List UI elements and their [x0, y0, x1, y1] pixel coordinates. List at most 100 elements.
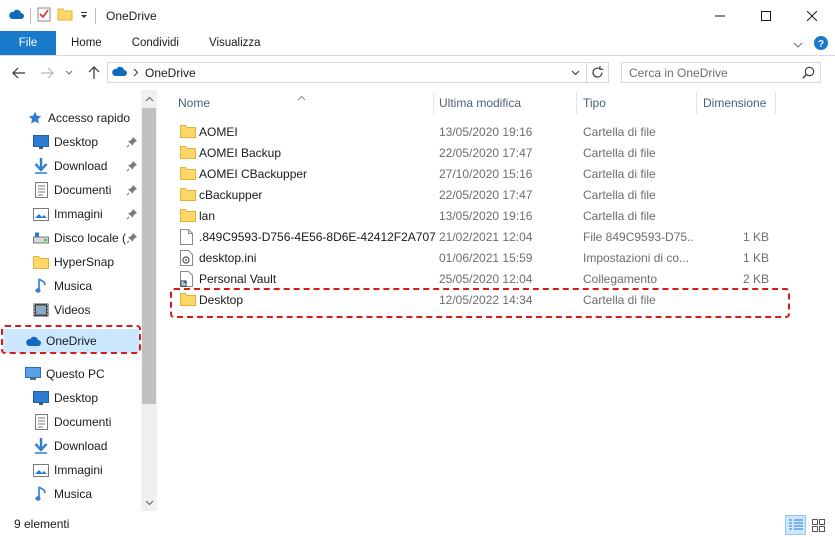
nav-item-music[interactable]: Musica [33, 274, 92, 298]
nav-item-download[interactable]: Download [33, 154, 141, 178]
maximize-button[interactable] [743, 0, 789, 31]
back-button[interactable] [8, 62, 30, 84]
onedrive-cloud-icon [111, 66, 127, 80]
pin-icon[interactable] [126, 232, 138, 247]
file-row[interactable]: .849C9593-D756-4E56-8D6E-42412F2A707B 21… [160, 226, 835, 247]
customize-dropdown-icon[interactable] [79, 9, 89, 23]
music-icon [33, 278, 49, 294]
nav-item-desktop[interactable]: Desktop [33, 130, 141, 154]
folder-icon [180, 145, 196, 162]
large-icons-view-button[interactable] [808, 515, 829, 535]
nav-item-pc-desktop[interactable]: Desktop [33, 386, 98, 410]
breadcrumb-onedrive[interactable]: OneDrive [145, 66, 196, 80]
nav-item-label: Accesso rapido [48, 111, 131, 125]
column-divider[interactable] [576, 92, 577, 114]
pin-icon[interactable] [126, 160, 138, 175]
address-row: OneDrive [0, 57, 835, 89]
scroll-up-button[interactable] [141, 90, 157, 107]
tab-share[interactable]: Condividi [117, 31, 194, 55]
file-row[interactable]: AOMEI 13/05/2020 19:16 Cartella di file [160, 121, 835, 142]
nav-item-quick-access[interactable]: Accesso rapido [27, 106, 130, 130]
file-name: AOMEI [199, 124, 238, 139]
nav-item-hypersnap[interactable]: HyperSnap [33, 250, 114, 274]
highlight-onedrive-nav [1, 325, 141, 354]
quick-access-toolbar [0, 0, 96, 31]
column-header-name[interactable]: Nome [178, 90, 433, 115]
navigation-pane: Accesso rapido Desktop Download Document… [0, 90, 157, 511]
nav-item-this-pc[interactable]: Questo PC [25, 362, 105, 386]
window-controls [697, 0, 835, 31]
tab-view[interactable]: Visualizza [194, 31, 276, 55]
forward-button[interactable] [36, 62, 58, 84]
help-icon[interactable]: ? [813, 35, 829, 54]
folder-icon [180, 166, 196, 183]
file-type: Cartella di file [583, 208, 656, 223]
title-bar: OneDrive [0, 0, 835, 31]
nav-item-label: Musica [54, 279, 93, 293]
nav-item-documents[interactable]: Documenti [33, 178, 141, 202]
search-input[interactable] [629, 65, 799, 80]
nav-item-pc-documents[interactable]: Documenti [33, 410, 111, 434]
file-row[interactable]: lan 13/05/2020 19:16 Cartella di file [160, 205, 835, 226]
search-icon[interactable] [802, 66, 815, 82]
refresh-button[interactable] [587, 62, 609, 83]
scrollbar-thumb[interactable] [142, 108, 156, 404]
properties-checkbox-icon[interactable] [37, 6, 51, 25]
new-folder-icon[interactable] [57, 6, 73, 25]
tab-home[interactable]: Home [56, 31, 117, 55]
scroll-down-button[interactable] [141, 494, 157, 511]
pin-icon[interactable] [126, 208, 138, 223]
nav-item-pictures[interactable]: Immagini [33, 202, 141, 226]
nav-scrollbar[interactable] [141, 90, 157, 511]
column-divider[interactable] [775, 92, 776, 114]
pin-icon[interactable] [126, 184, 138, 199]
nav-item-label: HyperSnap [54, 255, 115, 269]
file-size: 2 KB [742, 271, 769, 286]
details-view-button[interactable] [785, 515, 806, 535]
nav-item-videos[interactable]: Videos [33, 298, 90, 322]
folder-icon [180, 208, 196, 225]
file-modified: 21/02/2021 12:04 [439, 229, 533, 244]
recent-locations-button[interactable] [61, 62, 77, 84]
file-row[interactable]: AOMEI CBackupper 27/10/2020 15:16 Cartel… [160, 163, 835, 184]
column-divider[interactable] [696, 92, 697, 114]
file-modified: 25/05/2020 12:04 [439, 271, 533, 286]
file-row[interactable]: desktop.ini 01/06/2021 15:59 Impostazion… [160, 247, 835, 268]
minimize-button[interactable] [697, 0, 743, 31]
up-button[interactable] [83, 62, 105, 84]
nav-item-label: Disco locale ( [54, 231, 127, 245]
nav-item-pc-pictures[interactable]: Immagini [33, 458, 103, 482]
address-bar[interactable]: OneDrive [107, 62, 587, 83]
close-button[interactable] [789, 0, 835, 31]
column-header-modified[interactable]: Ultima modifica [439, 90, 579, 115]
expand-ribbon-icon[interactable] [793, 38, 803, 52]
column-header-size[interactable]: Dimensione [703, 90, 783, 115]
tab-file[interactable]: File [0, 31, 56, 55]
toolbar-divider [95, 7, 96, 24]
file-name: lan [199, 208, 216, 223]
nav-item-pc-download[interactable]: Download [33, 434, 107, 458]
folder-icon [180, 124, 196, 141]
column-divider[interactable] [433, 92, 434, 114]
file-size [700, 121, 769, 142]
computer-icon [25, 366, 41, 382]
nav-item-local-disk[interactable]: Disco locale ( [33, 226, 141, 250]
search-box[interactable] [621, 62, 821, 83]
nav-item-pc-music[interactable]: Musica [33, 482, 92, 506]
column-header-type[interactable]: Tipo [583, 90, 693, 115]
folder-icon [180, 187, 196, 204]
file-modified: 01/06/2021 15:59 [439, 250, 533, 265]
file-row[interactable]: Personal Vault 25/05/2020 12:04 Collegam… [160, 268, 835, 289]
item-count: 9 elementi [14, 517, 70, 531]
nav-item-label: Immagini [54, 463, 103, 477]
window-title: OneDrive [106, 8, 157, 23]
address-dropdown-button[interactable] [567, 64, 584, 81]
file-size [700, 142, 769, 163]
pin-icon[interactable] [126, 136, 138, 151]
file-type: Impostazioni di co... [583, 250, 690, 265]
chevron-right-icon[interactable] [133, 66, 139, 80]
nav-item-label: Desktop [54, 391, 99, 405]
file-size [700, 184, 769, 205]
file-row[interactable]: cBackupper 22/05/2020 17:47 Cartella di … [160, 184, 835, 205]
file-row[interactable]: AOMEI Backup 22/05/2020 17:47 Cartella d… [160, 142, 835, 163]
